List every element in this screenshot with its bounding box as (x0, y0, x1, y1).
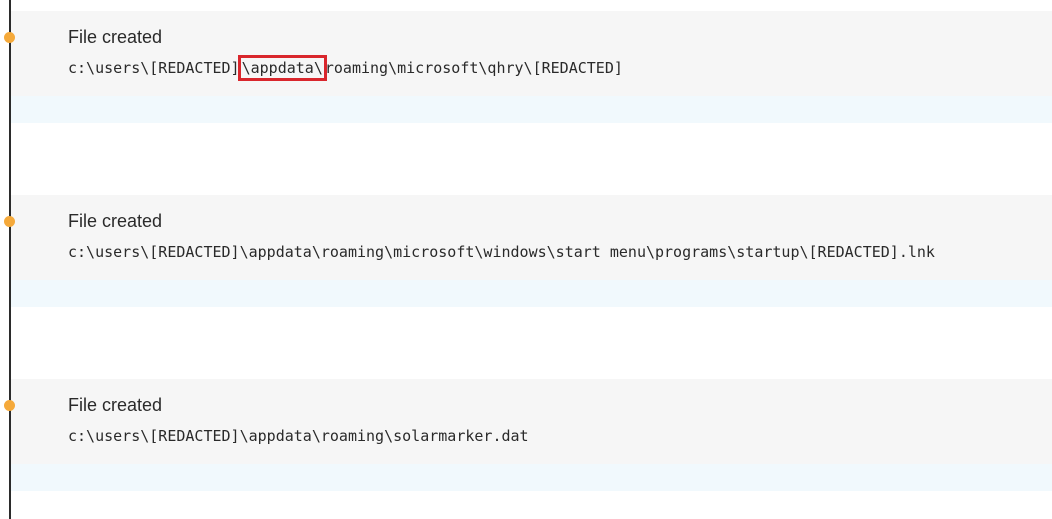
event-timeline: File created c:\users\[REDACTED] \appdata… (0, 0, 1052, 519)
event-title: File created (68, 395, 163, 415)
event-file-path: c:\users\[REDACTED]\appdata\roaming\sola… (68, 427, 529, 445)
timeline-event: File created c:\users\[REDACTED]\appdata… (4, 11, 1052, 123)
event-details-strip (11, 96, 1052, 123)
path-segment: c:\users\[REDACTED] (68, 59, 240, 77)
event-file-path: c:\users\[REDACTED]\appdata\roaming\micr… (68, 243, 935, 261)
event-card: File created c:\users\[REDACTED]\appdata… (4, 11, 1052, 96)
timeline-event: File created c:\users\[REDACTED]\appdata… (4, 195, 1052, 307)
highlighted-path-segment: \appdata\ (237, 55, 327, 81)
event-file-path: c:\users\[REDACTED]\appdata\roaming\micr… (68, 55, 623, 81)
event-title: File created (68, 27, 163, 47)
path-segment: roaming\microsoft\qhry\[REDACTED] (324, 59, 623, 77)
event-details-strip (11, 464, 1052, 491)
timeline-event: File created c:\users\[REDACTED]\appdata… (4, 379, 1052, 491)
event-card: File created c:\users\[REDACTED]\appdata… (4, 379, 1052, 464)
timeline-dot-icon (4, 216, 15, 227)
event-details-strip (11, 280, 1052, 307)
event-card: File created c:\users\[REDACTED]\appdata… (4, 195, 1052, 280)
timeline-dot-icon (4, 32, 15, 43)
timeline-dot-icon (4, 400, 15, 411)
event-title: File created (68, 211, 163, 231)
